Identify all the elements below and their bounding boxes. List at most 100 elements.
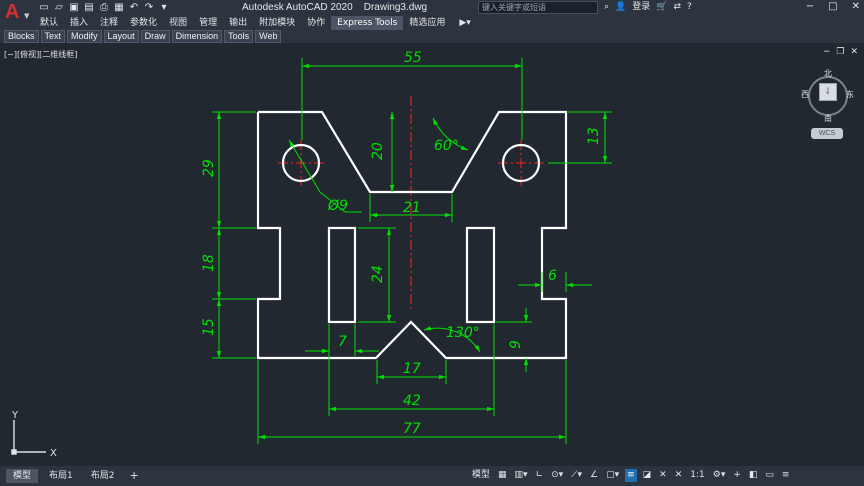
panel-blocks[interactable]: Blocks xyxy=(4,30,39,43)
part-outline xyxy=(256,110,568,360)
help-icon[interactable]: ? xyxy=(687,1,692,14)
wcs-menu[interactable]: WCS xyxy=(811,128,843,139)
plot-icon[interactable]: ▦ xyxy=(113,2,125,13)
object-snap-icon[interactable]: ▢▾ xyxy=(604,469,621,482)
tab-model[interactable]: 模型 xyxy=(6,469,39,483)
ribbon-menu: 默认 插入 注释 参数化 视图 管理 输出 附加模块 协作 Express To… xyxy=(34,16,864,30)
add-layout-icon[interactable]: + xyxy=(125,469,142,483)
menu-item-express-tools[interactable]: Express Tools xyxy=(331,16,404,30)
window-title: Autodesk AutoCAD 2020 Drawing3.dwg xyxy=(242,2,428,13)
dim-18: 18 xyxy=(201,254,217,272)
exchange-icon[interactable]: ⇄ xyxy=(674,1,682,14)
drawing-viewport[interactable]: [−][俯视][二维线框] − ❐ ✕ 55 20 60° 13 29 Ø9 2… xyxy=(0,44,864,466)
customization-icon[interactable]: ≡ xyxy=(780,469,792,482)
save-as-icon[interactable]: ▤ xyxy=(83,2,95,13)
grid-icon[interactable]: ▦ xyxy=(496,469,509,482)
panel-dimension[interactable]: Dimension xyxy=(171,30,223,43)
viewcube-top-face[interactable]: ⇃ xyxy=(819,83,837,101)
plus-icon[interactable]: + xyxy=(731,469,743,482)
gear-icon[interactable]: ⚙▾ xyxy=(711,469,728,482)
panel-modify[interactable]: Modify xyxy=(67,30,102,43)
print-icon[interactable]: ⎙ xyxy=(98,2,110,13)
dim-24: 24 xyxy=(370,265,386,283)
object-snap-tracking-icon[interactable]: ∠ xyxy=(588,469,600,482)
panel-layout[interactable]: Layout xyxy=(103,30,139,43)
annotation-scale[interactable]: 1:1 xyxy=(688,469,706,482)
dim-7: 7 xyxy=(338,334,347,350)
compass-east[interactable]: 东 xyxy=(846,89,854,100)
autocad-logo-icon: A xyxy=(5,1,20,23)
dimension-lines xyxy=(212,58,612,444)
tab-layout2[interactable]: 布局2 xyxy=(84,469,122,483)
chevron-down-icon: ▼ xyxy=(24,12,30,20)
ortho-icon[interactable]: ∟ xyxy=(534,469,546,482)
menu-item-annotate[interactable]: 注释 xyxy=(94,16,124,30)
isolate-icon[interactable]: ◧ xyxy=(747,469,760,482)
cart-icon[interactable]: 🛒 xyxy=(656,1,667,14)
search-icon[interactable]: ⌕ xyxy=(604,1,609,14)
dim-13: 13 xyxy=(586,127,602,145)
menu-item-collaborate[interactable]: 协作 xyxy=(301,16,331,30)
auto-scale-icon[interactable]: ✕ xyxy=(673,469,685,482)
panel-tools[interactable]: Tools xyxy=(224,30,254,43)
viewcube[interactable]: ⇃ 北 南 东 西 xyxy=(800,68,856,124)
ucs-y-label: Y xyxy=(11,410,19,421)
dim-55: 55 xyxy=(404,50,422,66)
tab-layout1[interactable]: 布局1 xyxy=(42,469,80,483)
snap-icon[interactable]: ▥▾ xyxy=(513,469,530,482)
compass-south[interactable]: 南 xyxy=(824,113,832,124)
hardware-acceleration-icon[interactable]: ▭ xyxy=(763,469,776,482)
ucs-icon: Y X xyxy=(11,410,57,459)
dim-15: 15 xyxy=(201,318,217,336)
maximize-icon[interactable]: □ xyxy=(828,1,837,12)
dim-130-angle: 130° xyxy=(446,325,480,341)
video-icon[interactable]: ▶▾ xyxy=(451,18,478,28)
outer-profile xyxy=(256,110,568,360)
menu-item-output[interactable]: 输出 xyxy=(223,16,253,30)
open-icon[interactable]: ▱ xyxy=(53,2,65,13)
left-slot xyxy=(327,226,357,324)
compass-west[interactable]: 西 xyxy=(801,89,809,100)
ucs-x-label: X xyxy=(50,448,57,459)
transparency-icon[interactable]: ◪ xyxy=(641,469,654,482)
menu-item-addins[interactable]: 附加模块 xyxy=(253,16,301,30)
qat-dropdown-icon[interactable]: ▾ xyxy=(158,2,170,13)
ribbon-panels: Blocks Text Modify Layout Draw Dimension… xyxy=(0,30,864,43)
login-label[interactable]: 登录 xyxy=(632,1,650,14)
window-controls: − □ ✕ xyxy=(806,1,860,12)
new-icon[interactable]: ▭ xyxy=(38,2,50,13)
dim-6: 6 xyxy=(548,268,557,284)
status-bar: 模型 布局1 布局2 + 模型 ▦ ▥▾ ∟ ⊙▾ ⟋▾ ∠ ▢▾ ≡ ◪ ✕ … xyxy=(0,466,864,486)
dim-60-angle: 60° xyxy=(434,138,459,154)
panel-text[interactable]: Text xyxy=(40,30,66,43)
panel-web[interactable]: Web xyxy=(255,30,282,43)
search-input[interactable]: 键入关键字或短语 xyxy=(478,1,598,14)
title-right-tools: ⌕ 👤 登录 🛒 ⇄ ? xyxy=(604,1,692,14)
dim-20: 20 xyxy=(370,142,386,160)
polar-icon[interactable]: ⊙▾ xyxy=(549,469,565,482)
dim-9: 9 xyxy=(508,340,524,349)
layout-tabs: 模型 布局1 布局2 + xyxy=(6,469,143,483)
model-space-button[interactable]: 模型 xyxy=(470,469,492,482)
drawing-canvas[interactable]: 55 20 60° 13 29 Ø9 21 18 24 6 15 7 130° … xyxy=(0,44,864,466)
menu-item-insert[interactable]: 插入 xyxy=(64,16,94,30)
undo-icon[interactable]: ↶ xyxy=(128,2,140,13)
close-icon[interactable]: ✕ xyxy=(852,1,860,12)
annotation-visibility-icon[interactable]: ✕ xyxy=(657,469,669,482)
redo-icon[interactable]: ↷ xyxy=(143,2,155,13)
user-icon[interactable]: 👤 xyxy=(615,1,626,14)
menu-item-manage[interactable]: 管理 xyxy=(193,16,223,30)
dim-21: 21 xyxy=(403,200,421,216)
menu-item-default[interactable]: 默认 xyxy=(34,16,64,30)
menu-item-parametric[interactable]: 参数化 xyxy=(124,16,163,30)
compass-north[interactable]: 北 xyxy=(824,68,832,79)
menu-item-featured-apps[interactable]: 精选应用 xyxy=(403,16,451,30)
panel-draw[interactable]: Draw xyxy=(140,30,170,43)
isodraft-icon[interactable]: ⟋▾ xyxy=(569,469,584,482)
save-icon[interactable]: ▣ xyxy=(68,2,80,13)
lineweight-icon[interactable]: ≡ xyxy=(625,469,637,482)
quick-access-toolbar: ▭ ▱ ▣ ▤ ⎙ ▦ ↶ ↷ ▾ xyxy=(38,2,170,13)
menu-item-view[interactable]: 视图 xyxy=(163,16,193,30)
application-menu-button[interactable]: A ▼ xyxy=(0,0,34,30)
minimize-icon[interactable]: − xyxy=(806,1,814,12)
